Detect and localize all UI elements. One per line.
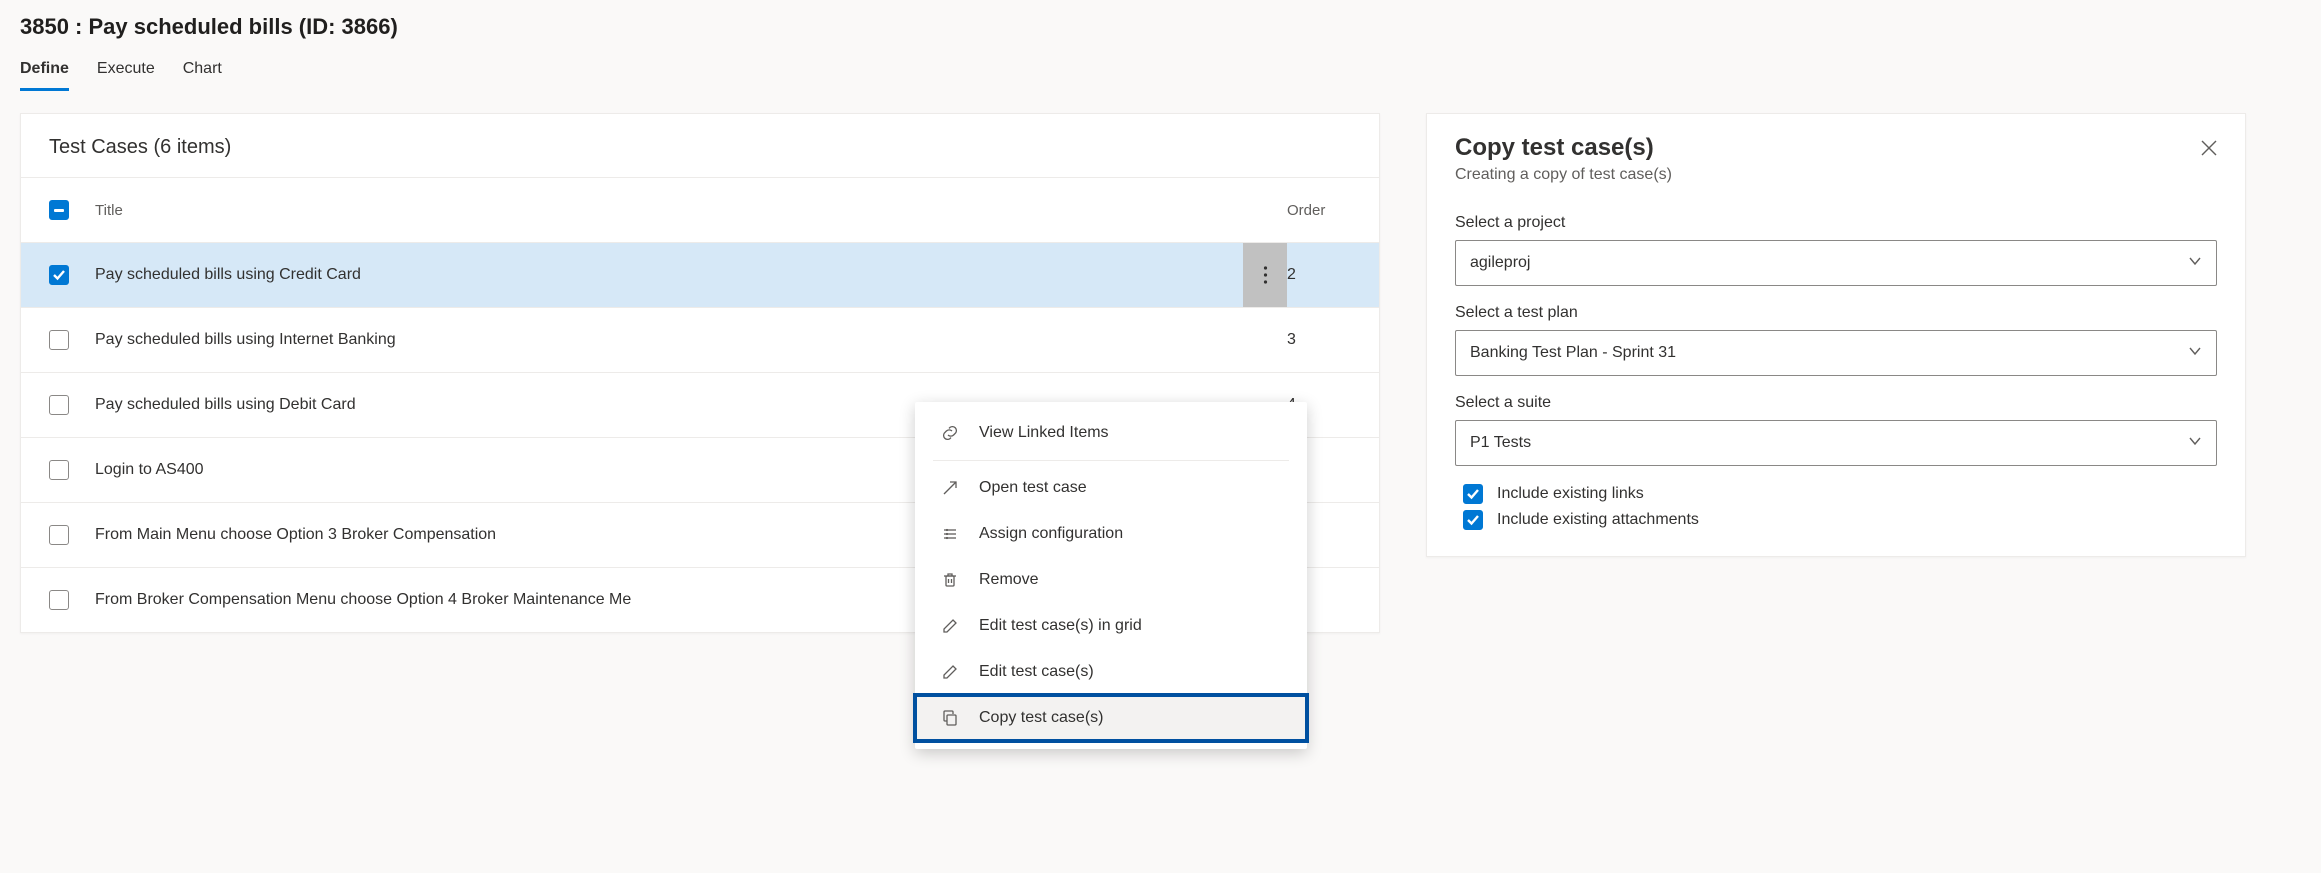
column-order[interactable]: Order <box>1287 202 1357 219</box>
test-plan-value: Banking Test Plan - Sprint 31 <box>1470 344 1676 362</box>
page-title: 3850 : Pay scheduled bills (ID: 3866) <box>20 14 2301 40</box>
column-title[interactable]: Title <box>95 202 1287 219</box>
row-checkbox[interactable] <box>49 525 69 545</box>
link-icon <box>941 424 959 442</box>
include-links-checkbox[interactable] <box>1463 484 1483 504</box>
trash-icon <box>941 571 959 589</box>
pencil-icon <box>941 663 959 681</box>
include-links-label: Include existing links <box>1497 485 1644 503</box>
menu-item-label: View Linked Items <box>979 424 1109 442</box>
suite-dropdown[interactable]: P1 Tests <box>1455 420 2217 466</box>
chevron-down-icon <box>2188 434 2202 453</box>
table-header-row: Title Order <box>21 177 1379 242</box>
row-checkbox[interactable] <box>49 265 69 285</box>
menu-item-label: Edit test case(s) <box>979 663 1094 681</box>
include-attachments-label: Include existing attachments <box>1497 511 1699 529</box>
close-icon[interactable] <box>2199 138 2219 161</box>
side-panel-subtitle: Creating a copy of test case(s) <box>1455 166 2217 184</box>
tab-execute[interactable]: Execute <box>97 60 155 91</box>
row-order: 3 <box>1287 331 1357 349</box>
context-menu: View Linked Items Open test case Assign co… <box>915 402 1307 749</box>
menu-separator <box>933 460 1289 461</box>
table-row[interactable]: Pay scheduled bills using Internet Banki… <box>21 307 1379 372</box>
select-all-checkbox[interactable] <box>49 200 69 220</box>
tab-chart[interactable]: Chart <box>183 60 222 91</box>
row-title: Pay scheduled bills using Internet Banki… <box>95 331 1287 349</box>
menu-item-remove[interactable]: Remove <box>915 557 1307 603</box>
more-actions-button[interactable] <box>1243 243 1287 308</box>
menu-item-open-test-case[interactable]: Open test case <box>915 465 1307 511</box>
menu-item-edit-test-case-s-in-grid[interactable]: Edit test case(s) in grid <box>915 603 1307 649</box>
menu-item-label: Remove <box>979 571 1039 589</box>
project-label: Select a project <box>1455 214 2217 232</box>
copy-test-case-panel: Copy test case(s) Creating a copy of tes… <box>1426 113 2246 557</box>
menu-item-label: Open test case <box>979 479 1087 497</box>
row-checkbox[interactable] <box>49 395 69 415</box>
test-plan-label: Select a test plan <box>1455 304 2217 322</box>
menu-item-copy-test-case-s[interactable]: Copy test case(s) <box>915 695 1307 741</box>
table-row[interactable]: Pay scheduled bills using Credit Card 2 <box>21 242 1379 307</box>
menu-item-edit-test-case-s[interactable]: Edit test case(s) <box>915 649 1307 695</box>
suite-value: P1 Tests <box>1470 434 1531 452</box>
chevron-down-icon <box>2188 344 2202 363</box>
project-value: agileproj <box>1470 254 1530 272</box>
open-icon <box>941 479 959 497</box>
row-order: 2 <box>1287 266 1357 284</box>
include-attachments-checkbox[interactable] <box>1463 510 1483 530</box>
config-icon <box>941 525 959 543</box>
row-checkbox[interactable] <box>49 590 69 610</box>
tab-define[interactable]: Define <box>20 60 69 91</box>
suite-label: Select a suite <box>1455 394 2217 412</box>
chevron-down-icon <box>2188 254 2202 273</box>
menu-item-label: Edit test case(s) in grid <box>979 617 1142 635</box>
include-attachments-row[interactable]: Include existing attachments <box>1455 510 2217 530</box>
row-checkbox[interactable] <box>49 330 69 350</box>
test-cases-heading: Test Cases (6 items) <box>21 114 1379 177</box>
side-panel-title: Copy test case(s) <box>1455 134 2217 162</box>
pencil-icon <box>941 617 959 635</box>
menu-item-view-linked-items[interactable]: View Linked Items <box>915 410 1307 456</box>
include-links-row[interactable]: Include existing links <box>1455 484 2217 504</box>
copy-icon <box>941 709 959 727</box>
menu-item-assign-configuration[interactable]: Assign configuration <box>915 511 1307 557</box>
menu-item-label: Copy test case(s) <box>979 709 1103 727</box>
menu-item-label: Assign configuration <box>979 525 1123 543</box>
tabs: Define Execute Chart <box>20 60 2301 91</box>
row-title: Pay scheduled bills using Credit Card <box>95 266 1243 284</box>
row-checkbox[interactable] <box>49 460 69 480</box>
test-plan-dropdown[interactable]: Banking Test Plan - Sprint 31 <box>1455 330 2217 376</box>
project-dropdown[interactable]: agileproj <box>1455 240 2217 286</box>
